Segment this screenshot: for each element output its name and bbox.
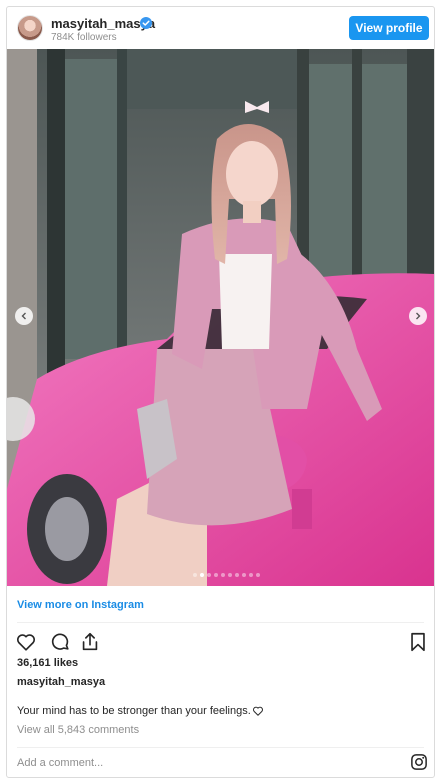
comment-icon[interactable]	[49, 631, 71, 653]
instagram-icon[interactable]	[410, 753, 428, 771]
carousel-indicator	[193, 573, 260, 577]
add-comment-input[interactable]: Add a comment...	[17, 757, 103, 769]
carousel-dot	[249, 573, 253, 577]
caption: Your mind has to be stronger than your f…	[17, 705, 264, 717]
divider	[17, 747, 424, 748]
carousel-dot	[193, 573, 197, 577]
view-more-link[interactable]: View more on Instagram	[17, 599, 144, 611]
action-bar	[15, 631, 427, 657]
heart-emoji-icon	[252, 706, 263, 716]
verified-icon	[140, 17, 152, 29]
caption-author[interactable]: masyitah_masya	[17, 676, 105, 688]
carousel-dot	[242, 573, 246, 577]
previous-slide-button[interactable]	[15, 307, 33, 325]
carousel-dot	[207, 573, 211, 577]
carousel-dot	[228, 573, 232, 577]
next-slide-button[interactable]	[409, 307, 427, 325]
view-profile-button[interactable]: View profile	[349, 16, 429, 40]
post-photo[interactable]	[7, 49, 434, 586]
chevron-right-icon	[416, 312, 421, 320]
share-icon[interactable]	[79, 631, 101, 653]
post-header: masyitah_masya 784K followers View profi…	[7, 7, 434, 49]
follower-count: 784K followers	[51, 32, 117, 43]
caption-text: Your mind has to be stronger than your f…	[17, 705, 251, 717]
heart-icon[interactable]	[15, 631, 37, 653]
view-all-comments-link[interactable]: View all 5,843 comments	[17, 724, 139, 736]
carousel-dot	[235, 573, 239, 577]
chevron-left-icon	[21, 312, 26, 320]
carousel-dot	[256, 573, 260, 577]
divider	[17, 622, 424, 623]
carousel-dot	[221, 573, 225, 577]
bookmark-icon[interactable]	[407, 631, 429, 653]
like-count[interactable]: 36,161 likes	[17, 657, 78, 669]
carousel-dot	[200, 573, 204, 577]
avatar[interactable]	[17, 15, 43, 41]
photo-illustration	[7, 49, 434, 586]
instagram-embed-card: masyitah_masya 784K followers View profi…	[6, 6, 435, 778]
carousel-dot	[214, 573, 218, 577]
